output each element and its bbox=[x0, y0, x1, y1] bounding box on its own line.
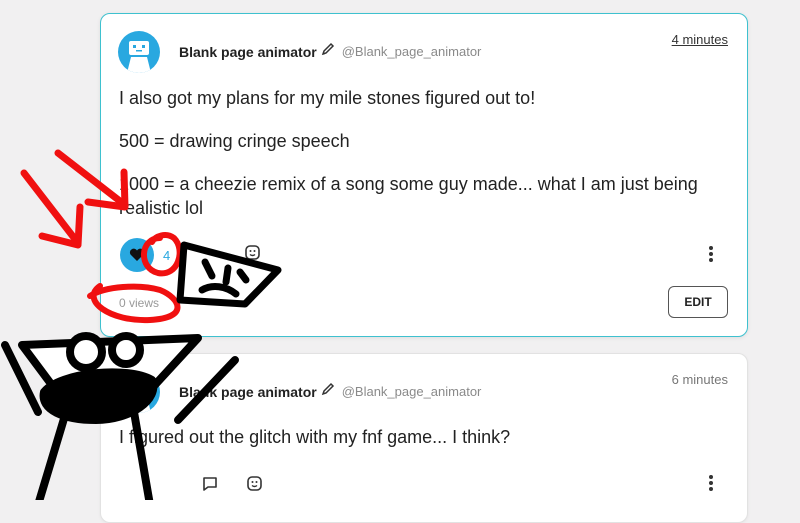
more-options-button[interactable] bbox=[709, 246, 713, 267]
comment-icon bbox=[203, 477, 217, 491]
author-avatar[interactable] bbox=[118, 31, 160, 73]
post-paragraph: 1000 = a cheezie remix of a song some gu… bbox=[119, 174, 698, 218]
post-author: Blank page animator @Blank_page_animator bbox=[179, 381, 481, 402]
view-count: 0 views bbox=[119, 296, 160, 310]
add-reaction-button[interactable] bbox=[244, 244, 262, 267]
avatar-robot-icon bbox=[127, 41, 151, 73]
emoji-add-icon bbox=[245, 245, 260, 260]
edit-button[interactable]: EDIT bbox=[668, 286, 728, 318]
emoji-add-icon bbox=[247, 476, 262, 491]
pencil-icon bbox=[320, 41, 336, 62]
like-button[interactable] bbox=[120, 238, 154, 272]
author-handle: @Blank_page_animator bbox=[341, 44, 482, 59]
post-author: Blank page animator @Blank_page_animator bbox=[179, 41, 481, 62]
post-body: I also got my plans for my mile stones f… bbox=[119, 86, 719, 239]
red-arrow-doodle bbox=[20, 169, 84, 249]
pencil-icon bbox=[320, 381, 336, 402]
post-body: I figured out the glitch with my fnf gam… bbox=[119, 427, 511, 447]
post-card: Blank page animator @Blank_page_animator… bbox=[100, 353, 748, 523]
post-paragraph: I also got my plans for my mile stones f… bbox=[119, 88, 536, 108]
post-paragraph: 500 = drawing cringe speech bbox=[119, 131, 350, 151]
post-timestamp[interactable]: 4 minutes bbox=[672, 32, 728, 47]
like-count[interactable]: 4 bbox=[163, 248, 170, 263]
add-reaction-button[interactable] bbox=[246, 475, 264, 498]
more-vertical-icon bbox=[709, 475, 713, 491]
author-name[interactable]: Blank page animator bbox=[179, 44, 317, 60]
author-handle: @Blank_page_animator bbox=[341, 384, 482, 399]
avatar-robot-icon bbox=[127, 381, 151, 413]
comment-button[interactable] bbox=[201, 475, 219, 498]
post-timestamp[interactable]: 6 minutes bbox=[672, 372, 728, 387]
heart-icon bbox=[129, 248, 145, 261]
more-vertical-icon bbox=[709, 246, 713, 262]
more-options-button[interactable] bbox=[709, 475, 713, 496]
author-name[interactable]: Blank page animator bbox=[179, 384, 317, 400]
post-card: Blank page animator @Blank_page_animator… bbox=[100, 13, 748, 337]
author-avatar[interactable] bbox=[118, 371, 160, 413]
